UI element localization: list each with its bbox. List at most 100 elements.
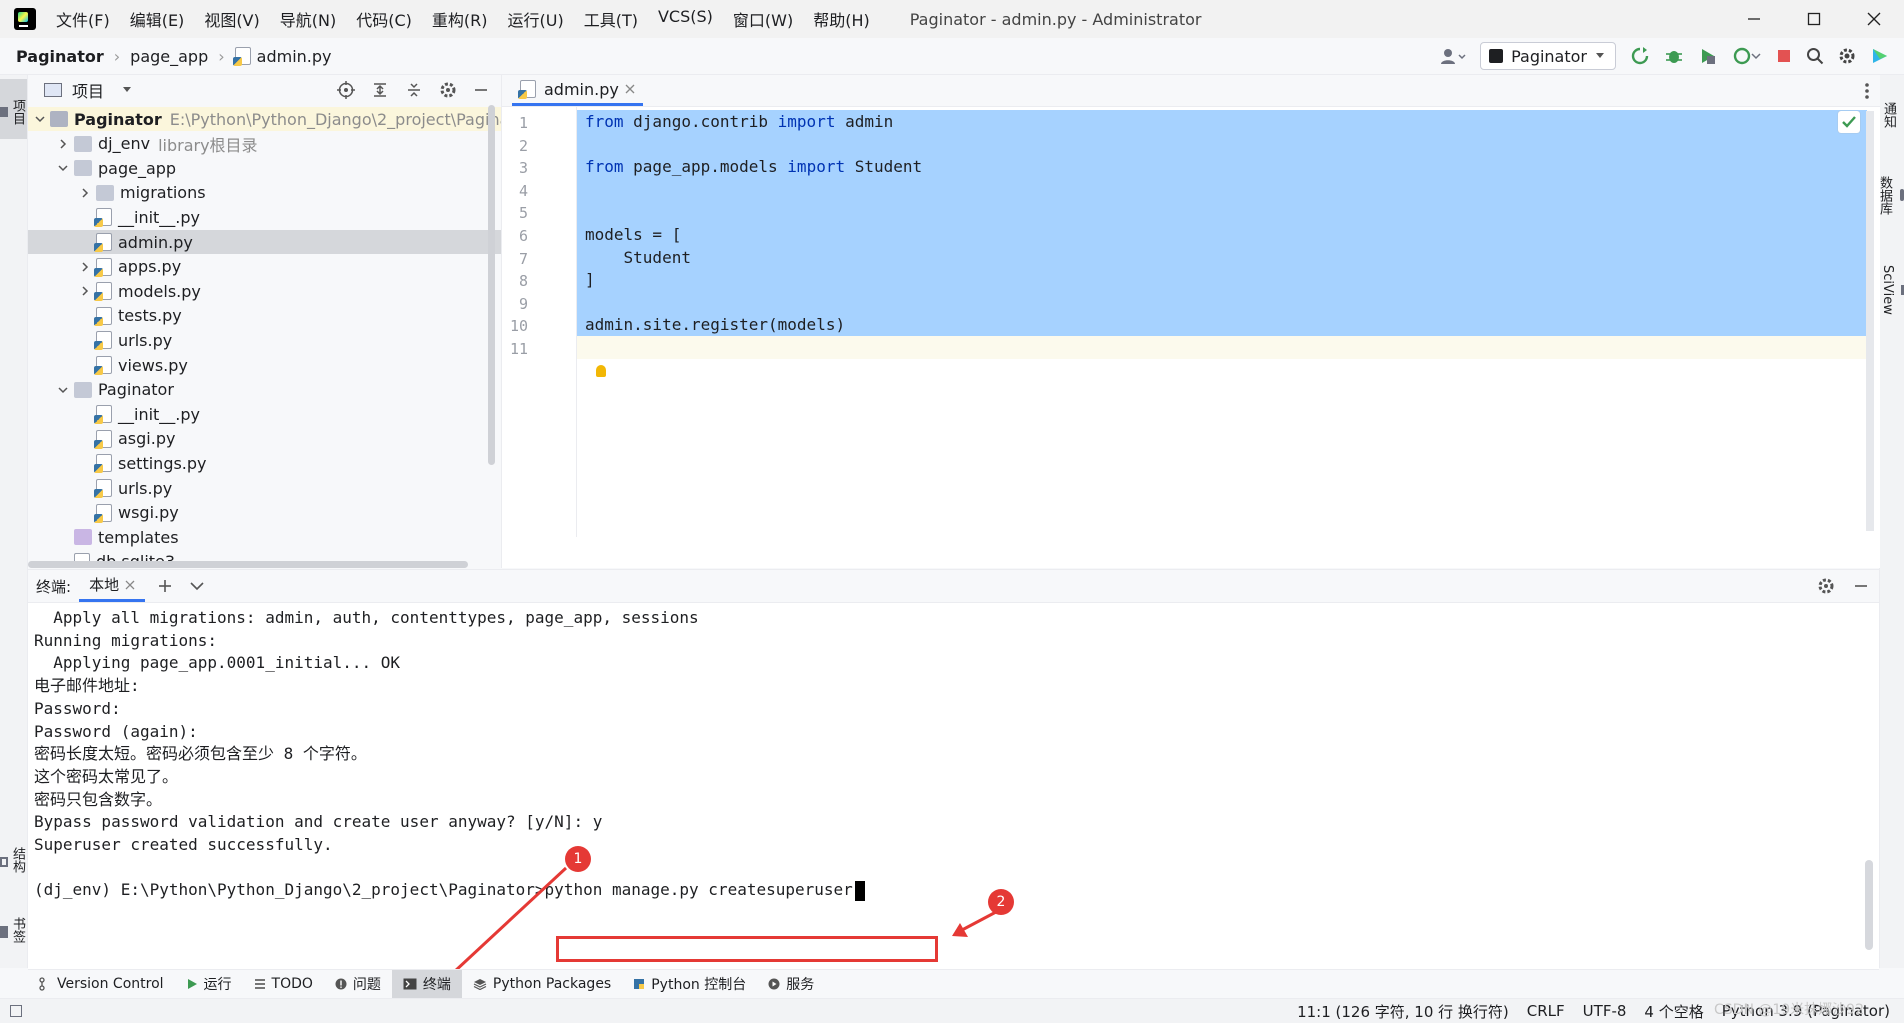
tree-item[interactable]: __init__.py [28, 402, 501, 426]
chevron-right-icon[interactable] [78, 284, 92, 298]
tool-window-button[interactable]: Version Control [28, 970, 175, 998]
code-line[interactable]: Student [577, 245, 1867, 269]
project-tool-tab[interactable]: 项目 [0, 79, 27, 139]
menu-item[interactable]: 重构(R) [432, 7, 488, 31]
editor-scrollbar[interactable] [1866, 111, 1874, 531]
debug-icon[interactable] [1664, 46, 1684, 66]
code-line[interactable]: from page_app.models import Student [577, 155, 1867, 179]
run-configuration-selector[interactable]: Paginator [1480, 42, 1616, 70]
menu-item[interactable]: 视图(V) [204, 7, 259, 31]
menu-item[interactable]: 文件(F) [56, 7, 110, 31]
tree-item[interactable]: migrations [28, 181, 501, 205]
project-horizontal-scrollbar[interactable] [28, 561, 468, 568]
chevron-down-icon[interactable] [56, 383, 70, 397]
gear-icon[interactable] [439, 81, 457, 99]
tree-item[interactable]: wsgi.py [28, 501, 501, 525]
tool-window-button[interactable]: Python 控制台 [622, 970, 757, 998]
structure-tool-tab[interactable]: 结构 [0, 830, 27, 890]
menu-item[interactable]: 运行(U) [508, 7, 564, 31]
breadcrumb-project[interactable]: Paginator [16, 47, 104, 66]
tree-item[interactable]: admin.py [28, 230, 501, 254]
database-tool-tab[interactable]: 数据库 [1877, 155, 1904, 235]
code-line[interactable]: ] [577, 268, 1867, 292]
chevron-down-icon[interactable] [56, 161, 70, 175]
tool-window-button[interactable]: 问题 [324, 970, 392, 998]
indent-setting[interactable]: 4 个空格 [1644, 1001, 1703, 1022]
tree-item[interactable]: views.py [28, 353, 501, 377]
menu-item[interactable]: 工具(T) [584, 7, 638, 31]
tree-item[interactable]: settings.py [28, 451, 501, 475]
code-line[interactable] [577, 336, 1867, 359]
file-encoding[interactable]: UTF-8 [1583, 1002, 1627, 1020]
tree-item[interactable]: asgi.py [28, 427, 501, 451]
coverage-icon[interactable] [1698, 46, 1718, 66]
tree-item[interactable]: __init__.py [28, 205, 501, 229]
tool-window-button[interactable]: Python Packages [462, 970, 622, 998]
line-separator[interactable]: CRLF [1527, 1002, 1565, 1020]
locate-file-icon[interactable] [337, 81, 355, 99]
tree-item[interactable]: urls.py [28, 476, 501, 500]
tool-window-button[interactable]: 终端 [391, 970, 462, 998]
code-line[interactable]: models = [ [577, 223, 1867, 246]
code-line[interactable]: admin.site.register(models) [577, 313, 1867, 337]
stop-icon[interactable] [1776, 48, 1792, 64]
gear-icon[interactable] [1817, 577, 1835, 595]
menu-item[interactable]: 窗口(W) [733, 7, 793, 31]
tool-window-button[interactable]: 运行 [175, 970, 243, 998]
terminal-prompt-line[interactable]: (dj_env) E:\Python\Python_Django\2_proje… [34, 876, 865, 903]
tree-item[interactable]: tests.py [28, 304, 501, 328]
code-area[interactable]: from django.contrib import admin from pag… [577, 107, 1867, 537]
menu-item[interactable]: VCS(S) [658, 7, 713, 31]
code-line[interactable] [577, 200, 1867, 224]
chevron-down-icon[interactable] [122, 86, 132, 94]
maximize-button[interactable] [1784, 0, 1844, 38]
hide-panel-icon[interactable] [1853, 578, 1869, 594]
terminal-tab-local[interactable]: 本地 [79, 570, 146, 602]
tree-item[interactable]: urls.py [28, 328, 501, 352]
menu-item[interactable]: 帮助(H) [813, 7, 870, 31]
code-line[interactable] [577, 177, 1867, 201]
new-terminal-icon[interactable] [157, 578, 173, 594]
expand-all-icon[interactable] [371, 81, 389, 99]
chevron-down-icon[interactable] [34, 112, 46, 126]
menu-item[interactable]: 导航(N) [280, 7, 336, 31]
tree-item[interactable]: models.py [28, 279, 501, 303]
chevron-right-icon[interactable] [56, 137, 70, 151]
rerun-icon[interactable] [1630, 46, 1650, 66]
tree-item[interactable]: apps.py [28, 255, 501, 279]
search-icon[interactable] [1806, 47, 1824, 65]
tool-window-button[interactable]: 服务 [757, 970, 825, 998]
tree-item[interactable]: page_app [28, 156, 501, 180]
settings-gear-icon[interactable] [1838, 47, 1856, 65]
menu-item[interactable]: 代码(C) [356, 7, 412, 31]
code-line[interactable] [577, 290, 1867, 314]
jetbrains-ai-icon[interactable] [1870, 46, 1890, 66]
close-tab-icon[interactable] [625, 84, 635, 94]
chevron-right-icon[interactable] [78, 186, 92, 200]
tree-item[interactable]: Paginator [28, 378, 501, 402]
inspection-ok-icon[interactable] [1838, 111, 1860, 133]
chevron-right-icon[interactable] [78, 260, 92, 274]
lightbulb-icon[interactable] [596, 365, 606, 377]
terminal-output[interactable]: Apply all migrations: admin, auth, conte… [28, 602, 1879, 968]
collapse-all-icon[interactable] [405, 81, 423, 99]
tree-item[interactable]: dj_env library根目录 [28, 132, 501, 156]
caret-position[interactable]: 11:1 (126 字符, 10 行 换行符) [1297, 1001, 1509, 1022]
code-line[interactable] [577, 132, 1867, 156]
tree-item[interactable]: Paginator E:\Python\Python_Django\2_proje… [28, 107, 501, 131]
breadcrumb-folder[interactable]: page_app [130, 47, 208, 66]
sciview-tool-tab[interactable]: SciView [1880, 245, 1904, 335]
terminal-scrollbar[interactable] [1865, 860, 1873, 950]
close-tab-icon[interactable] [125, 580, 135, 590]
breadcrumb-file[interactable]: admin.py [257, 47, 332, 66]
close-window-button[interactable] [1844, 0, 1904, 38]
tree-item[interactable]: templates [28, 525, 501, 549]
user-icon[interactable] [1440, 47, 1466, 65]
editor-tab-admin-py[interactable]: admin.py [512, 75, 643, 106]
project-scrollbar[interactable] [488, 105, 495, 465]
tool-window-button[interactable]: TODO [243, 970, 324, 998]
profile-icon[interactable] [1732, 46, 1762, 66]
hide-panel-icon[interactable] [473, 82, 489, 98]
bookmarks-tool-tab[interactable]: 书签 [0, 905, 27, 955]
panel-toggle-icon[interactable] [10, 1005, 22, 1017]
